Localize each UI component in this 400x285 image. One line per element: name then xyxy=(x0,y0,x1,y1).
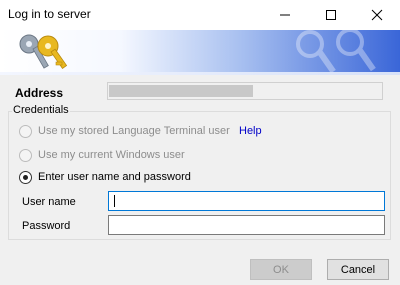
close-icon xyxy=(371,9,383,21)
username-input[interactable] xyxy=(108,191,385,211)
minimize-icon xyxy=(280,14,290,16)
address-value-placeholder xyxy=(109,85,253,97)
banner-divider xyxy=(0,72,400,75)
radio-enter-credentials-circle[interactable] xyxy=(19,170,32,184)
minimize-button[interactable] xyxy=(262,0,308,30)
username-label: User name xyxy=(22,196,76,208)
credentials-group-title: Credentials xyxy=(12,104,70,116)
cancel-button[interactable]: Cancel xyxy=(327,259,389,280)
radio-stored-user[interactable]: Use my stored Language Terminal user xyxy=(19,124,230,138)
maximize-button[interactable] xyxy=(308,0,354,30)
keys-icon xyxy=(19,34,68,69)
radio-stored-user-circle[interactable] xyxy=(19,124,32,138)
maximize-icon xyxy=(326,10,336,20)
address-label: Address xyxy=(15,86,64,100)
text-caret xyxy=(114,195,115,207)
keys-watermark-icon xyxy=(296,30,376,72)
help-link[interactable]: Help xyxy=(239,125,262,137)
header-banner xyxy=(0,30,400,72)
radio-windows-user-circle[interactable] xyxy=(19,148,32,162)
close-button[interactable] xyxy=(354,0,400,30)
radio-enter-credentials[interactable]: Enter user name and password xyxy=(19,170,191,184)
title-bar: Log in to server xyxy=(0,0,400,30)
radio-stored-user-label: Use my stored Language Terminal user xyxy=(38,125,230,137)
password-input[interactable] xyxy=(108,215,385,235)
radio-enter-credentials-label: Enter user name and password xyxy=(38,171,191,183)
window-title: Log in to server xyxy=(8,7,91,21)
ok-button[interactable]: OK xyxy=(250,259,312,280)
address-field[interactable] xyxy=(107,82,383,100)
password-label: Password xyxy=(22,220,71,232)
radio-windows-user-label: Use my current Windows user xyxy=(38,149,185,161)
radio-windows-user[interactable]: Use my current Windows user xyxy=(19,148,185,162)
